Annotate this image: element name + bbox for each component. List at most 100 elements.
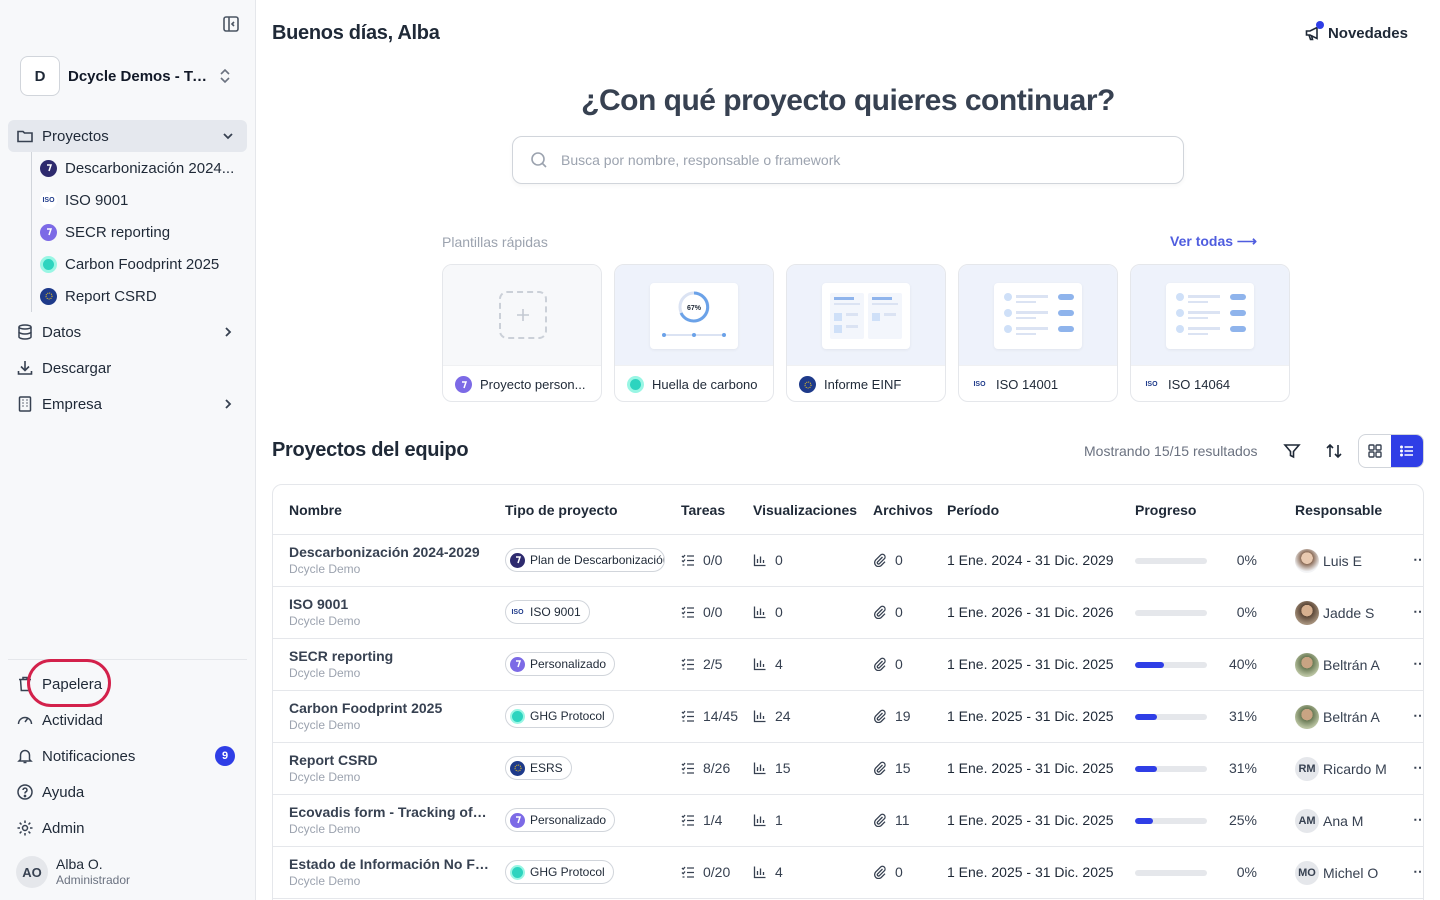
column-header[interactable]: Visualizaciones <box>753 502 857 518</box>
template-label: ISO 14001 <box>996 377 1059 392</box>
table-row[interactable]: ISO 9001 Dcycle Demo ISO ISO 9001 0/0 0 0 1 Ene… <box>273 587 1423 639</box>
sidebar-toggle-icon[interactable] <box>222 15 240 33</box>
news-indicator-dot <box>1315 21 1324 29</box>
sidebar-project-item[interactable]: Descarbonización 2024... <box>40 152 240 184</box>
preview-document <box>1166 283 1254 349</box>
template-card-iso14064[interactable]: ISO ISO 14064 <box>1130 264 1290 402</box>
search-bar <box>512 136 1184 184</box>
paperclip-icon <box>874 605 886 619</box>
sidebar-item-actividad[interactable]: Actividad <box>8 704 247 736</box>
row-actions-button[interactable]: ⋯ <box>1413 863 1423 880</box>
row-actions-button[interactable]: ⋯ <box>1413 759 1423 776</box>
views-value: 15 <box>775 760 791 776</box>
megaphone-icon <box>1304 21 1324 42</box>
views-cell: 15 <box>753 760 791 776</box>
project-type-badge: ISO ISO 9001 <box>505 600 590 624</box>
files-value: 19 <box>895 708 911 724</box>
template-label: Proyecto person... <box>480 377 586 392</box>
org-switcher[interactable]: D Dcycle Demos - Tu... <box>20 56 242 96</box>
section-title: Proyectos del equipo <box>272 439 469 461</box>
progress-bar <box>1135 766 1207 772</box>
search-input[interactable] <box>561 152 1161 168</box>
table-row[interactable]: SECR reporting Dcycle Demo Personalizado 2/… <box>273 639 1423 691</box>
views-value: 24 <box>775 708 791 724</box>
template-preview: 67% <box>615 265 773 365</box>
table-row[interactable]: Ecovadis form - Tracking of d... Dcycle D… <box>273 795 1423 847</box>
column-header[interactable]: Tareas <box>681 502 725 518</box>
paperclip-icon <box>874 657 886 671</box>
template-card-iso14001[interactable]: ISO ISO 14001 <box>958 264 1118 402</box>
filter-icon[interactable] <box>1282 441 1302 461</box>
progress-bar <box>1135 610 1207 616</box>
view-toggle <box>1358 434 1424 468</box>
sort-icon[interactable] <box>1324 441 1344 461</box>
table-row[interactable]: Carbon Foodprint 2025 Dcycle Demo GHG Prot… <box>273 691 1423 743</box>
news-button[interactable]: Novedades <box>1304 21 1408 42</box>
sidebar-project-item[interactable]: ISO ISO 9001 <box>40 184 240 216</box>
progress-fill <box>1135 662 1164 668</box>
project-name: Carbon Foodprint 2025 <box>289 700 443 716</box>
list-view-button[interactable] <box>1391 435 1423 467</box>
table-row[interactable]: Descarbonización 2024-2029 Dcycle Demo Pla… <box>273 535 1423 587</box>
progress-fill <box>1135 766 1158 772</box>
grid-view-button[interactable] <box>1359 435 1391 467</box>
sidebar-item-descargar[interactable]: Descargar <box>8 352 247 384</box>
column-header[interactable]: Nombre <box>289 502 342 518</box>
sidebar-item-ayuda[interactable]: Ayuda <box>8 776 247 808</box>
row-actions-button[interactable]: ⋯ <box>1413 603 1423 620</box>
tasks-value: 14/45 <box>703 708 739 724</box>
sidebar-project-item[interactable]: Report CSRD <box>40 280 240 312</box>
sidebar-item-papelera[interactable]: Papelera <box>8 668 247 700</box>
template-footer: ISO ISO 14064 <box>1131 365 1289 401</box>
avatar <box>1295 549 1319 573</box>
sidebar-project-label: Report CSRD <box>65 287 157 305</box>
views-value: 0 <box>775 552 783 568</box>
views-cell: 1 <box>753 812 783 828</box>
files-cell: 0 <box>873 604 903 620</box>
table-row[interactable]: Estado de Información No Fin... Dcycle De… <box>273 847 1423 899</box>
checklist-icon <box>681 554 694 566</box>
views-value: 0 <box>775 604 783 620</box>
user-profile[interactable]: AO Alba O. Administrador <box>16 856 130 888</box>
sidebar-project-label: ISO 9001 <box>65 191 129 209</box>
sidebar-item-proyectos[interactable]: Proyectos <box>8 120 247 152</box>
project-type-label: Plan de Descarbonización <box>530 553 665 567</box>
progress-bar <box>1135 662 1207 668</box>
owner-name: Jadde S <box>1323 605 1375 621</box>
column-header[interactable]: Archivos <box>873 502 933 518</box>
sidebar-project-item[interactable]: Carbon Foodprint 2025 <box>40 248 240 280</box>
paperclip-icon <box>874 865 886 879</box>
project-type-badge: Personalizado <box>505 652 616 676</box>
sidebar-item-notificaciones[interactable]: Notificaciones 9 <box>8 740 247 772</box>
template-card-einf[interactable]: Informe EINF <box>786 264 946 402</box>
table-row[interactable]: Report CSRD Dcycle Demo ESRS 8/26 15 15 1 Ene.… <box>273 743 1423 795</box>
sidebar-item-datos[interactable]: Datos <box>8 316 247 348</box>
project-org: Dcycle Demo <box>289 718 361 732</box>
see-all-templates-link[interactable]: Ver todas ⟶ <box>1170 233 1257 250</box>
row-actions-button[interactable]: ⋯ <box>1413 707 1423 724</box>
row-actions-button[interactable]: ⋯ <box>1413 655 1423 672</box>
row-actions-button[interactable]: ⋯ <box>1413 811 1423 828</box>
period-value: 1 Ene. 2025 - 31 Dic. 2025 <box>947 812 1114 828</box>
preview-document: 67% <box>650 283 738 349</box>
bar-chart-icon <box>753 814 766 827</box>
templates-label: Plantillas rápidas <box>442 234 548 250</box>
column-header[interactable]: Responsable <box>1295 502 1382 518</box>
paperclip-icon <box>874 813 886 827</box>
column-header[interactable]: Progreso <box>1135 502 1196 518</box>
views-value: 4 <box>775 656 783 672</box>
tasks-cell: 0/20 <box>681 864 730 880</box>
sidebar-item-admin[interactable]: Admin <box>8 812 247 844</box>
bell-icon <box>17 749 33 764</box>
sidebar-project-item[interactable]: SECR reporting <box>40 216 240 248</box>
template-card-custom[interactable]: Proyecto person... <box>442 264 602 402</box>
row-actions-button[interactable]: ⋯ <box>1413 551 1423 568</box>
download-icon <box>17 361 33 375</box>
progress-value: 0% <box>1236 864 1257 880</box>
template-card-carbon[interactable]: 67% Huella de carbono <box>614 264 774 402</box>
files-cell: 19 <box>873 708 911 724</box>
column-header[interactable]: Tipo de proyecto <box>505 502 618 518</box>
sidebar-item-empresa[interactable]: Empresa <box>8 388 247 420</box>
period-value: 1 Ene. 2025 - 31 Dic. 2025 <box>947 708 1114 724</box>
column-header[interactable]: Período <box>947 502 999 518</box>
